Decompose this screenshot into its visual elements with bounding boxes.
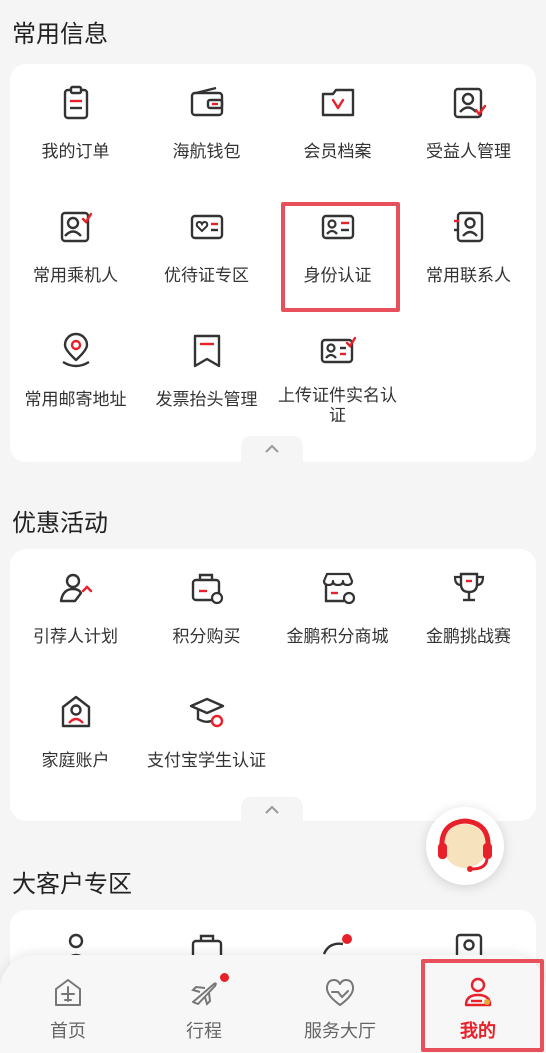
chevron-up-icon bbox=[265, 444, 279, 453]
family-account-icon bbox=[61, 695, 91, 728]
member-file-icon bbox=[321, 88, 355, 117]
menu-item-label: 常用乘机人 bbox=[33, 266, 118, 286]
preferential-card-icon bbox=[190, 214, 224, 240]
tab-home[interactable]: 首页 bbox=[0, 955, 136, 1053]
common-info-card: 我的订单 海航钱包 会员档案 受益人管理 常用乘机人 优待证专区 身份认证 常用… bbox=[10, 64, 536, 462]
identity-auth-highlight bbox=[281, 202, 400, 312]
menu-item-mailing-address[interactable]: 常用邮寄地址 bbox=[10, 312, 141, 422]
tab-trip[interactable]: 行程 bbox=[136, 955, 272, 1053]
contact-book-icon bbox=[454, 211, 484, 243]
promo-card: 引荐人计划 积分购买 金鹏积分商城 金鹏挑战赛 家庭账户 支付宝学生认证 bbox=[10, 549, 536, 823]
menu-item-label: 受益人管理 bbox=[426, 142, 511, 162]
points-purchase-icon bbox=[191, 573, 224, 605]
tab-label: 服务大厅 bbox=[304, 1021, 376, 1042]
menu-item-points-mall[interactable]: 金鹏积分商城 bbox=[272, 549, 403, 659]
menu-item-beneficiary[interactable]: 受益人管理 bbox=[403, 64, 534, 174]
home-plane-icon bbox=[55, 979, 81, 1006]
menu-item-label: 金鹏积分商城 bbox=[286, 627, 389, 647]
menu-item-referral[interactable]: 引荐人计划 bbox=[10, 549, 141, 659]
menu-item-label: 发票抬头管理 bbox=[155, 390, 258, 410]
location-pin-icon bbox=[62, 332, 90, 368]
menu-item-points-purchase[interactable]: 积分购买 bbox=[141, 549, 272, 659]
wallet-icon bbox=[190, 86, 224, 117]
menu-item-passengers[interactable]: 常用乘机人 bbox=[10, 188, 141, 298]
menu-item-preferential[interactable]: 优待证专区 bbox=[141, 188, 272, 298]
menu-item-wallet[interactable]: 海航钱包 bbox=[141, 64, 272, 174]
section-title-promo: 优惠活动 bbox=[12, 509, 108, 537]
menu-item-label: 引荐人计划 bbox=[33, 627, 118, 647]
service-hall-icon bbox=[325, 979, 355, 1006]
menu-item-invoice[interactable]: 发票抬头管理 bbox=[141, 312, 272, 422]
menu-item-label: 支付宝学生认证 bbox=[147, 751, 266, 771]
beneficiary-icon bbox=[453, 87, 487, 119]
chevron-up-icon bbox=[265, 805, 279, 814]
order-clipboard-icon bbox=[63, 85, 89, 120]
passenger-card-icon bbox=[60, 211, 93, 243]
menu-item-alipay-student[interactable]: 支付宝学生认证 bbox=[141, 673, 272, 783]
menu-item-label: 金鹏挑战赛 bbox=[426, 627, 511, 647]
menu-item-label: 常用联系人 bbox=[426, 266, 511, 286]
graduation-cap-icon bbox=[189, 697, 225, 728]
invoice-icon bbox=[193, 334, 221, 368]
menu-item-label: 海航钱包 bbox=[172, 142, 241, 162]
menu-item-my-orders[interactable]: 我的订单 bbox=[10, 64, 141, 174]
menu-item-label: 会员档案 bbox=[303, 142, 372, 162]
menu-item-label: 积分购买 bbox=[172, 627, 241, 647]
menu-item-label: 优待证专区 bbox=[164, 266, 249, 286]
mine-tab-highlight bbox=[421, 959, 544, 1052]
collapse-toggle[interactable] bbox=[241, 436, 303, 462]
menu-item-contacts[interactable]: 常用联系人 bbox=[403, 188, 534, 298]
referral-icon bbox=[59, 573, 93, 603]
trip-plane-icon bbox=[191, 982, 217, 1006]
section-title-common: 常用信息 bbox=[12, 20, 108, 48]
collapse-toggle[interactable] bbox=[241, 797, 303, 823]
menu-item-upload-id[interactable]: 上传证件实名认证 bbox=[272, 312, 403, 426]
menu-item-label: 上传证件实名认证 bbox=[278, 386, 397, 426]
menu-item-label: 常用邮寄地址 bbox=[24, 390, 127, 410]
customer-service-button[interactable] bbox=[426, 807, 504, 885]
menu-item-label: 家庭账户 bbox=[41, 751, 110, 771]
menu-item-member-file[interactable]: 会员档案 bbox=[272, 64, 403, 174]
notification-dot bbox=[220, 973, 229, 982]
headset-icon bbox=[438, 818, 492, 872]
trophy-icon bbox=[453, 572, 485, 602]
tab-label: 行程 bbox=[186, 1021, 222, 1042]
tab-service-hall[interactable]: 服务大厅 bbox=[272, 955, 408, 1053]
menu-item-label: 我的订单 bbox=[41, 142, 110, 162]
points-mall-icon bbox=[322, 572, 356, 605]
menu-item-challenge[interactable]: 金鹏挑战赛 bbox=[403, 549, 534, 659]
tab-label: 首页 bbox=[50, 1021, 86, 1042]
upload-id-icon bbox=[320, 336, 357, 364]
menu-item-family-account[interactable]: 家庭账户 bbox=[10, 673, 141, 783]
section-title-corporate: 大客户专区 bbox=[12, 870, 132, 898]
